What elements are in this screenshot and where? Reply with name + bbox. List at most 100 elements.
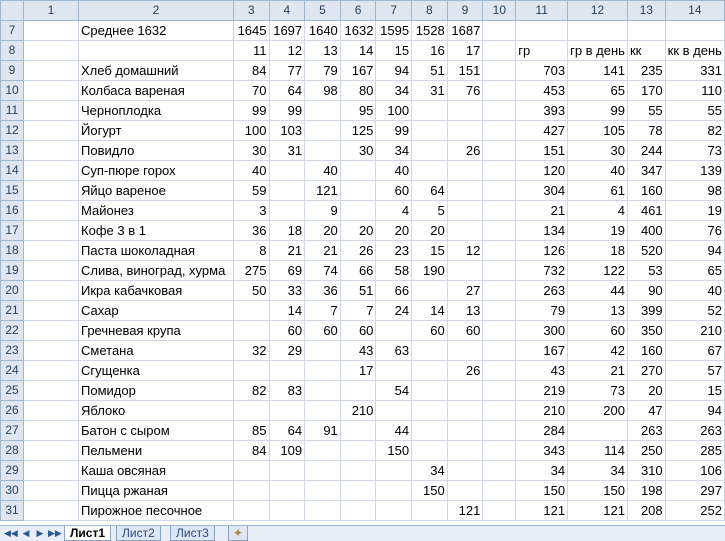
cell[interactable]: 30 xyxy=(567,140,628,161)
cell[interactable] xyxy=(23,20,80,41)
cell[interactable]: 270 xyxy=(626,360,666,381)
row-header[interactable]: 13 xyxy=(0,140,25,161)
cell[interactable] xyxy=(23,120,80,141)
cell[interactable]: 300 xyxy=(515,320,569,341)
cell[interactable] xyxy=(411,340,448,361)
cell[interactable]: 210 xyxy=(515,400,569,421)
cell[interactable] xyxy=(515,20,569,41)
column-header[interactable]: 5 xyxy=(304,0,341,21)
cell[interactable]: 64 xyxy=(268,80,306,101)
cell[interactable] xyxy=(482,300,517,321)
cell[interactable] xyxy=(339,200,377,221)
cell[interactable] xyxy=(268,460,306,481)
cell[interactable]: 167 xyxy=(339,60,377,81)
cell[interactable]: 18 xyxy=(567,240,628,261)
cell[interactable]: 219 xyxy=(515,380,569,401)
cell[interactable]: 23 xyxy=(375,240,413,261)
cell[interactable]: 1645 xyxy=(232,20,270,41)
sheet-tab-3[interactable]: Лист3 xyxy=(170,526,215,541)
first-sheet-icon[interactable]: ◀◀ xyxy=(4,527,18,539)
cell[interactable] xyxy=(23,60,80,81)
cell[interactable]: 53 xyxy=(626,260,666,281)
next-sheet-icon[interactable]: ▶ xyxy=(34,527,46,539)
cell[interactable] xyxy=(664,20,725,41)
cell[interactable]: 36 xyxy=(304,280,341,301)
cell[interactable]: 50 xyxy=(232,280,270,301)
cell[interactable]: 40 xyxy=(567,160,628,181)
cell[interactable] xyxy=(626,20,666,41)
cell[interactable]: 263 xyxy=(626,420,666,441)
row-header[interactable]: 10 xyxy=(0,80,25,101)
column-header[interactable]: 12 xyxy=(567,0,628,21)
cell[interactable] xyxy=(23,160,80,181)
cell[interactable] xyxy=(482,160,517,181)
cell[interactable]: 52 xyxy=(664,300,725,321)
cell[interactable]: 98 xyxy=(664,180,725,201)
cell[interactable]: 285 xyxy=(664,440,725,461)
cell[interactable]: 13 xyxy=(304,40,341,61)
cell[interactable]: 400 xyxy=(626,220,666,241)
cell[interactable]: 66 xyxy=(339,260,377,281)
cell[interactable] xyxy=(304,120,341,141)
cell[interactable]: 44 xyxy=(567,280,628,301)
cell[interactable]: 20 xyxy=(375,220,413,241)
cell[interactable]: 4 xyxy=(567,200,628,221)
cell[interactable] xyxy=(411,100,448,121)
column-header[interactable]: 10 xyxy=(482,0,517,21)
cell[interactable]: 8 xyxy=(232,240,270,261)
cell[interactable]: 21 xyxy=(567,360,628,381)
cell[interactable]: 44 xyxy=(375,420,413,441)
cell[interactable]: 703 xyxy=(515,60,569,81)
cell[interactable]: 60 xyxy=(339,320,377,341)
cell[interactable]: 110 xyxy=(664,80,725,101)
cell[interactable]: 34 xyxy=(515,460,569,481)
cell[interactable] xyxy=(446,160,484,181)
cell[interactable] xyxy=(482,420,517,441)
cell[interactable] xyxy=(23,400,80,421)
column-header[interactable]: 11 xyxy=(515,0,569,21)
cell[interactable]: 150 xyxy=(375,440,413,461)
cell[interactable] xyxy=(482,400,517,421)
cell[interactable] xyxy=(482,40,517,61)
cell[interactable]: 54 xyxy=(375,380,413,401)
cell[interactable] xyxy=(375,320,413,341)
cell[interactable]: 235 xyxy=(626,60,666,81)
cell[interactable] xyxy=(482,80,517,101)
sheet-tab-2[interactable]: Лист2 xyxy=(116,526,161,541)
cell[interactable]: 1640 xyxy=(304,20,341,41)
row-header[interactable]: 30 xyxy=(0,480,25,501)
cell[interactable] xyxy=(482,440,517,461)
cell[interactable] xyxy=(375,460,413,481)
cell[interactable]: 94 xyxy=(664,240,725,261)
cell[interactable] xyxy=(232,320,270,341)
cell[interactable]: 125 xyxy=(339,120,377,141)
row-header[interactable]: 11 xyxy=(0,100,25,121)
cell[interactable]: 17 xyxy=(446,40,484,61)
cell[interactable] xyxy=(482,460,517,481)
cell[interactable]: 60 xyxy=(446,320,484,341)
cell[interactable] xyxy=(482,340,517,361)
cell[interactable] xyxy=(339,460,377,481)
cell[interactable]: 51 xyxy=(411,60,448,81)
row-header[interactable]: 12 xyxy=(0,120,25,141)
cell[interactable] xyxy=(411,140,448,161)
product-name-cell[interactable]: Черноплодка xyxy=(78,100,234,121)
cell[interactable] xyxy=(446,120,484,141)
cell[interactable]: 34 xyxy=(375,80,413,101)
cell[interactable]: 84 xyxy=(232,60,270,81)
product-name-cell[interactable]: Кофе 3 в 1 xyxy=(78,220,234,241)
cell[interactable] xyxy=(482,480,517,501)
cell[interactable] xyxy=(482,220,517,241)
cell[interactable] xyxy=(23,380,80,401)
cell[interactable]: 13 xyxy=(567,300,628,321)
cell[interactable] xyxy=(446,220,484,241)
cell[interactable]: 51 xyxy=(339,280,377,301)
cell[interactable]: 11 xyxy=(232,40,270,61)
cell[interactable] xyxy=(411,420,448,441)
cell[interactable]: 20 xyxy=(304,220,341,241)
cell[interactable]: 160 xyxy=(626,340,666,361)
product-name-cell[interactable]: Пельмени xyxy=(78,440,234,461)
cell[interactable]: 19 xyxy=(664,200,725,221)
cell[interactable]: 347 xyxy=(626,160,666,181)
cell[interactable]: 21 xyxy=(304,240,341,261)
